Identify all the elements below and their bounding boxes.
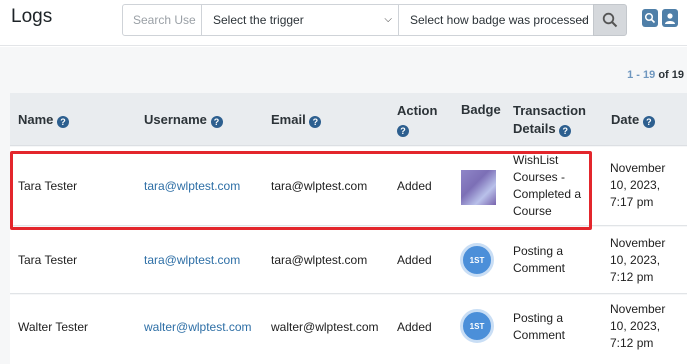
user-icon-button[interactable] [662, 9, 678, 27]
header-transaction-details[interactable]: Transaction Details ? [513, 102, 586, 138]
header-name[interactable]: Name ? [18, 112, 70, 128]
cell-date: November 10, 2023, 7:12 pm [610, 236, 666, 284]
table-header: Name ? Username ? Email ? Action ? Badge… [10, 93, 687, 146]
cell-email: tara@wlptest.com [271, 253, 368, 267]
help-icon[interactable]: ? [309, 116, 322, 128]
first-badge-icon: 1ST [460, 243, 494, 277]
chevron-down-icon: ⌵ [384, 14, 392, 25]
pagination-total: of 19 [658, 69, 684, 81]
help-icon[interactable]: ? [57, 116, 70, 128]
page-title: Logs [11, 6, 53, 27]
trigger-select-value: Select the trigger [213, 13, 304, 27]
table-row: Walter Tester walter@wlptest.com walter@… [10, 295, 687, 364]
header-date[interactable]: Date ? [611, 112, 655, 128]
cell-action: Added [397, 253, 432, 267]
help-icon[interactable]: ? [559, 125, 572, 137]
cell-name: Walter Tester [18, 320, 89, 334]
search-icon [602, 12, 618, 28]
cell-username-link[interactable]: walter@wlptest.com [144, 319, 252, 336]
badge-select-value: Select how badge was processed [410, 13, 589, 27]
cell-name: Tara Tester [18, 253, 78, 267]
cell-action: Added [397, 320, 432, 334]
header-username[interactable]: Username ? [144, 112, 223, 128]
search-input[interactable]: Search Use [122, 4, 202, 36]
cell-email: walter@wlptest.com [271, 320, 379, 334]
search-log-icon-button[interactable] [642, 9, 658, 27]
search-button[interactable] [593, 4, 627, 36]
header-badge[interactable]: Badge [461, 102, 501, 117]
badge-processed-select[interactable]: Select how badge was processed ⌵ [398, 4, 594, 36]
table-row: Tara Tester tara@wlptest.com tara@wlptes… [10, 227, 687, 294]
cell-date: November 10, 2023, 7:17 pm [610, 161, 666, 209]
header-email[interactable]: Email ? [271, 112, 322, 128]
pagination-range: 1 - 19 [627, 69, 656, 81]
help-icon[interactable]: ? [642, 116, 655, 128]
cell-username-link[interactable]: tara@wlptest.com [144, 252, 240, 269]
help-icon[interactable]: ? [397, 125, 409, 137]
top-bar: Logs Search Use Select the trigger ⌵ Sel… [0, 0, 687, 46]
chevron-down-icon: ⌵ [579, 14, 587, 25]
user-icon [665, 12, 675, 24]
pagination-info: 1 - 19 of 19 [627, 69, 684, 81]
cell-transaction-details: Posting a Comment [513, 244, 566, 275]
highlight-box [10, 151, 592, 230]
cell-transaction-details: Posting a Comment [513, 311, 566, 342]
header-action[interactable]: Action ? [397, 102, 437, 138]
help-icon[interactable]: ? [210, 116, 223, 128]
cell-date: November 10, 2023, 7:12 pm [610, 302, 666, 350]
first-badge-icon: 1ST [460, 309, 494, 343]
logs-table: Name ? Username ? Email ? Action ? Badge… [10, 93, 687, 364]
magnifier-icon [644, 12, 656, 24]
trigger-select[interactable]: Select the trigger ⌵ [201, 4, 399, 36]
